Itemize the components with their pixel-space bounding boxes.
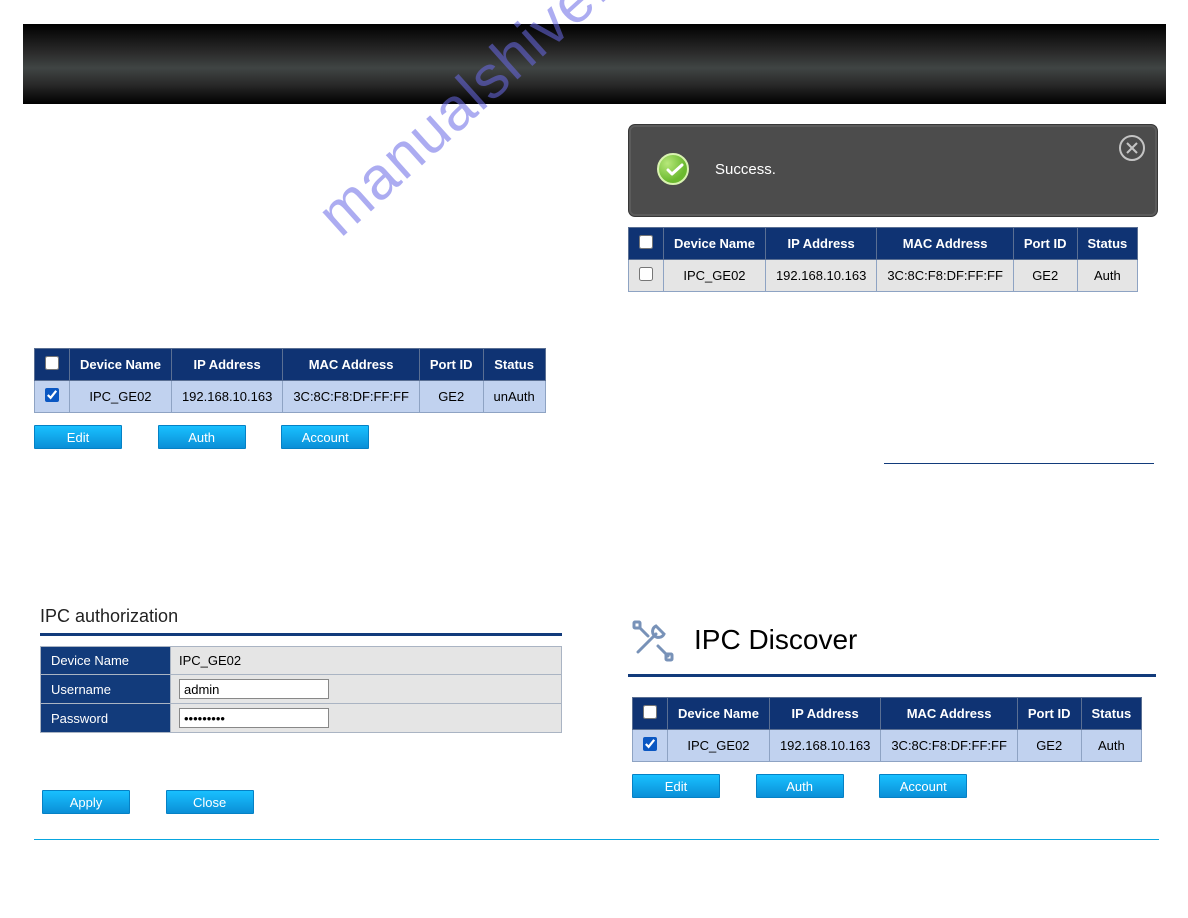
password-field[interactable] <box>179 708 329 728</box>
cell-ip: 192.168.10.163 <box>765 260 876 292</box>
label-password: Password <box>41 704 171 733</box>
auth-button[interactable]: Auth <box>756 774 844 798</box>
cell-mac: 3C:8C:F8:DF:FF:FF <box>283 381 420 413</box>
cell-status: Auth <box>1077 260 1138 292</box>
table-row[interactable]: IPC_GE02 192.168.10.163 3C:8C:F8:DF:FF:F… <box>35 381 546 413</box>
cell-port: GE2 <box>419 381 483 413</box>
cell-ip: 192.168.10.163 <box>171 381 282 413</box>
col-mac: MAC Address <box>877 228 1014 260</box>
row-checkbox[interactable] <box>45 388 59 402</box>
ipc-authorization-panel: IPC authorization Device Name IPC_GE02 U… <box>40 606 562 733</box>
cell-ip: 192.168.10.163 <box>769 730 880 762</box>
table-header-row: Device Name IP Address MAC Address Port … <box>35 349 546 381</box>
table-header-row: Device Name IP Address MAC Address Port … <box>629 228 1138 260</box>
cell-mac: 3C:8C:F8:DF:FF:FF <box>877 260 1014 292</box>
tools-icon <box>628 616 676 664</box>
cell-device: IPC_GE02 <box>70 381 172 413</box>
divider-bottom <box>34 839 1159 840</box>
device-table-right-top: Device Name IP Address MAC Address Port … <box>628 227 1138 292</box>
cell-device: IPC_GE02 <box>664 260 766 292</box>
table-header-row: Device Name IP Address MAC Address Port … <box>633 698 1142 730</box>
cell-device: IPC_GE02 <box>668 730 770 762</box>
right-button-row: Edit Auth Account <box>632 774 967 798</box>
apply-button[interactable]: Apply <box>42 790 130 814</box>
edit-button[interactable]: Edit <box>34 425 122 449</box>
col-port: Port ID <box>1017 698 1081 730</box>
col-status: Status <box>1077 228 1138 260</box>
col-mac: MAC Address <box>881 698 1018 730</box>
table-row[interactable]: IPC_GE02 192.168.10.163 3C:8C:F8:DF:FF:F… <box>629 260 1138 292</box>
select-all-checkbox[interactable] <box>643 705 657 719</box>
label-username: Username <box>41 675 171 704</box>
username-field[interactable] <box>179 679 329 699</box>
divider-right <box>884 463 1154 464</box>
close-toast-button[interactable] <box>1119 135 1145 161</box>
ipc-authorization-title: IPC authorization <box>40 606 562 636</box>
cell-status: Auth <box>1081 730 1142 762</box>
col-status: Status <box>1081 698 1142 730</box>
ipc-discover-section: IPC Discover <box>628 616 1156 677</box>
col-device-name: Device Name <box>70 349 172 381</box>
toast-message: Success. <box>715 161 776 178</box>
label-device-name: Device Name <box>41 647 171 675</box>
col-ip: IP Address <box>765 228 876 260</box>
device-table-right-bottom: Device Name IP Address MAC Address Port … <box>632 697 1142 762</box>
left-button-row: Edit Auth Account <box>34 425 369 449</box>
col-mac: MAC Address <box>283 349 420 381</box>
value-device-name: IPC_GE02 <box>171 647 562 675</box>
auth-button-row: Apply Close <box>42 790 254 814</box>
select-all-checkbox[interactable] <box>639 235 653 249</box>
cell-port: GE2 <box>1013 260 1077 292</box>
ipc-discover-title: IPC Discover <box>694 624 857 656</box>
col-device-name: Device Name <box>668 698 770 730</box>
authorization-form-table: Device Name IPC_GE02 Username Password <box>40 646 562 733</box>
col-ip: IP Address <box>769 698 880 730</box>
account-button[interactable]: Account <box>879 774 967 798</box>
success-toast: Success. <box>628 124 1158 217</box>
col-status: Status <box>483 349 545 381</box>
close-button[interactable]: Close <box>166 790 254 814</box>
select-all-checkbox[interactable] <box>45 356 59 370</box>
account-button[interactable]: Account <box>281 425 369 449</box>
edit-button[interactable]: Edit <box>632 774 720 798</box>
auth-button[interactable]: Auth <box>158 425 246 449</box>
col-device-name: Device Name <box>664 228 766 260</box>
cell-mac: 3C:8C:F8:DF:FF:FF <box>881 730 1018 762</box>
col-port: Port ID <box>1013 228 1077 260</box>
check-icon <box>657 153 689 185</box>
device-table-left: Device Name IP Address MAC Address Port … <box>34 348 546 413</box>
table-row[interactable]: IPC_GE02 192.168.10.163 3C:8C:F8:DF:FF:F… <box>633 730 1142 762</box>
cell-port: GE2 <box>1017 730 1081 762</box>
col-port: Port ID <box>419 349 483 381</box>
cell-status: unAuth <box>483 381 545 413</box>
row-checkbox[interactable] <box>639 267 653 281</box>
row-checkbox[interactable] <box>643 737 657 751</box>
top-banner <box>23 24 1166 104</box>
col-ip: IP Address <box>171 349 282 381</box>
